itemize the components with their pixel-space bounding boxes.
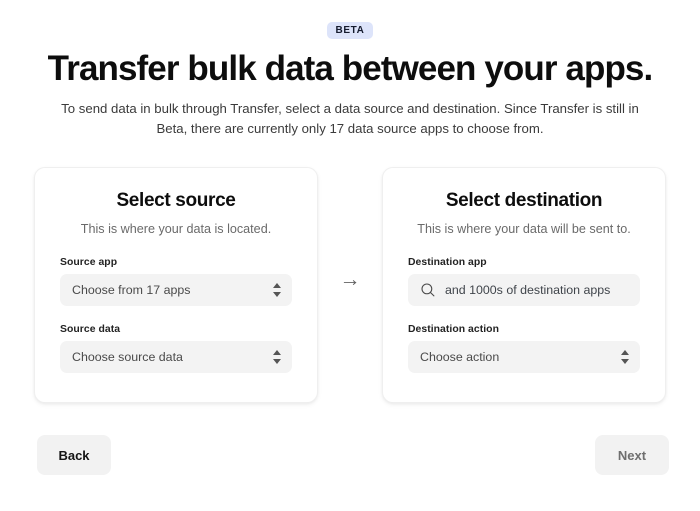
selection-cards-row: Select source This is where your data is… [0, 167, 700, 403]
destination-card-subtitle: This is where your data will be sent to. [417, 222, 631, 236]
source-card-subtitle: This is where your data is located. [80, 222, 272, 236]
select-caret-icon [273, 282, 282, 298]
footer-actions: Back Next [37, 435, 669, 475]
page-subtitle: To send data in bulk through Transfer, s… [61, 100, 639, 136]
badge-row: BETA [0, 22, 700, 39]
select-source-card: Select source This is where your data is… [34, 167, 318, 403]
page-header: BETA Transfer bulk data between your app… [0, 0, 700, 139]
direction-separator: → [318, 167, 382, 403]
next-button[interactable]: Next [595, 435, 669, 475]
destination-app-field: Destination app and 1000s of destination… [408, 257, 640, 306]
source-data-select[interactable]: Choose source data [60, 341, 292, 373]
source-app-label: Source app [60, 257, 118, 268]
destination-action-label: Destination action [408, 324, 499, 335]
source-app-select[interactable]: Choose from 17 apps [60, 274, 292, 306]
back-button[interactable]: Back [37, 435, 111, 475]
source-data-label: Source data [60, 324, 121, 335]
source-data-field: Source data Choose source data [60, 324, 292, 373]
destination-action-field: Destination action Choose action [408, 324, 640, 373]
transfer-setup-page: BETA Transfer bulk data between your app… [0, 0, 700, 511]
select-caret-icon [273, 349, 282, 365]
destination-action-select[interactable]: Choose action [408, 341, 640, 373]
destination-app-search[interactable]: and 1000s of destination apps [408, 274, 640, 306]
page-title: Transfer bulk data between your apps. [47, 49, 654, 88]
destination-app-placeholder: and 1000s of destination apps [445, 283, 611, 297]
destination-action-value: Choose action [420, 350, 500, 364]
source-card-title: Select source [116, 190, 236, 211]
destination-app-label: Destination app [408, 257, 487, 268]
select-destination-card: Select destination This is where your da… [382, 167, 666, 403]
source-data-value: Choose source data [72, 350, 183, 364]
select-caret-icon [621, 349, 630, 365]
source-app-value: Choose from 17 apps [72, 283, 191, 297]
destination-card-title: Select destination [445, 190, 603, 211]
arrow-right-icon: → [339, 267, 361, 291]
beta-badge: BETA [326, 22, 374, 39]
source-app-field: Source app Choose from 17 apps [60, 257, 292, 306]
search-icon [421, 283, 435, 297]
